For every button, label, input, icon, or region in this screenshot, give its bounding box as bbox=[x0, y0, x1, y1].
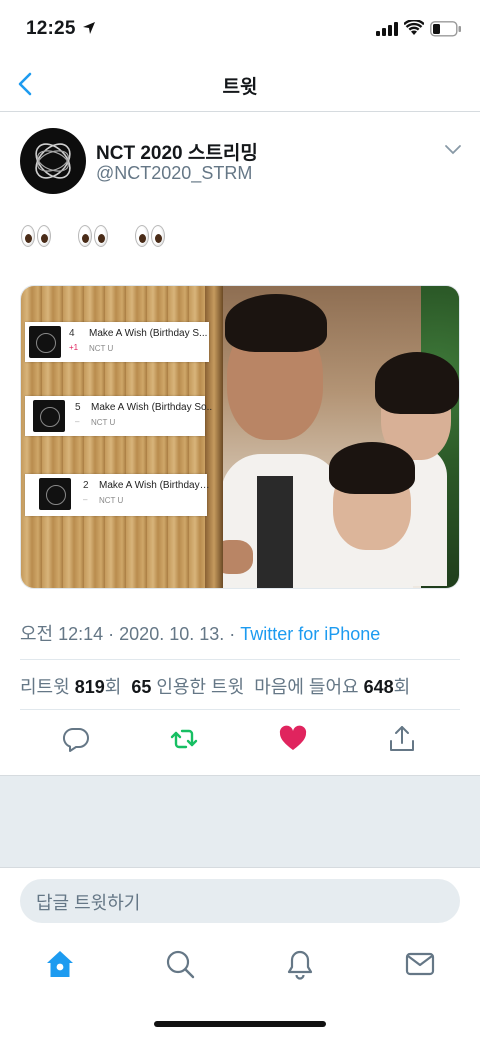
mail-icon[interactable] bbox=[404, 948, 436, 980]
display-name[interactable]: NCT 2020 스트리밍 bbox=[96, 138, 258, 165]
page-title: 트윗 bbox=[222, 77, 258, 98]
quotes-count: 65 bbox=[131, 677, 152, 697]
chart-row: 2 – Make A Wish (Birthday… NCT U bbox=[25, 474, 210, 516]
chart-song-title: Make A Wish (Birthday S... bbox=[89, 328, 208, 339]
chart-change: – bbox=[75, 417, 80, 426]
chart-rank: 4 bbox=[69, 328, 75, 339]
reply-icon[interactable] bbox=[61, 724, 91, 754]
avatar[interactable] bbox=[20, 128, 86, 194]
chart-rank: 5 bbox=[75, 402, 81, 413]
tweet-source-link[interactable]: Twitter for iPhone bbox=[240, 624, 380, 644]
heart-icon[interactable] bbox=[278, 724, 308, 754]
person-vest bbox=[257, 476, 293, 588]
eyes-emoji bbox=[21, 224, 53, 248]
photo-scene bbox=[213, 286, 459, 588]
battery-icon bbox=[430, 21, 461, 37]
person-hair bbox=[375, 352, 459, 414]
chart-artist: NCT U bbox=[91, 418, 116, 427]
share-icon[interactable] bbox=[387, 724, 417, 754]
location-arrow-icon bbox=[83, 22, 95, 34]
status-time: 12:25 bbox=[26, 18, 76, 39]
home-indicator bbox=[154, 1021, 326, 1027]
tweet-media-image[interactable]: 4 +1 Make A Wish (Birthday S... NCT U 5 … bbox=[20, 285, 460, 589]
chart-change: – bbox=[83, 495, 88, 504]
retweets-unit: 회 bbox=[104, 677, 122, 697]
album-thumbnail bbox=[39, 478, 71, 510]
retweets-count: 819 bbox=[74, 677, 105, 697]
chart-row: 5 – Make A Wish (Birthday So.. NCT U bbox=[25, 396, 212, 436]
retweets-label: 리트윗 bbox=[20, 677, 70, 697]
retweets-stat[interactable]: 리트윗 819회 bbox=[20, 677, 121, 697]
quotes-label: 인용한 트윗 bbox=[156, 677, 245, 697]
bell-icon[interactable] bbox=[284, 948, 316, 980]
divider bbox=[20, 709, 460, 710]
likes-stat[interactable]: 마음에 들어요 648회 bbox=[254, 677, 410, 697]
likes-count: 648 bbox=[363, 677, 394, 697]
album-thumbnail bbox=[29, 326, 61, 358]
home-icon[interactable] bbox=[44, 948, 76, 980]
person-hair bbox=[329, 442, 415, 494]
conversation-area bbox=[0, 775, 480, 868]
chart-song-title: Make A Wish (Birthday… bbox=[99, 480, 210, 491]
retweet-icon[interactable] bbox=[169, 724, 199, 754]
tweet-stats: 리트윗 819회 65 인용한 트윗 마음에 들어요 648회 bbox=[20, 673, 410, 699]
navigation-bar: 트윗 bbox=[0, 58, 480, 112]
quotes-stat[interactable]: 65 인용한 트윗 bbox=[131, 677, 244, 697]
divider bbox=[20, 659, 460, 660]
search-icon[interactable] bbox=[164, 948, 196, 980]
cellular-signal-icon bbox=[376, 22, 398, 36]
wifi-icon bbox=[404, 20, 424, 35]
chart-change: +1 bbox=[69, 343, 79, 352]
album-thumbnail bbox=[33, 400, 65, 432]
likes-label: 마음에 들어요 bbox=[254, 677, 359, 697]
eyes-emoji bbox=[135, 224, 167, 248]
timestamp-text: 오전 12:14 · 2020. 10. 13. · bbox=[20, 624, 241, 644]
chart-artist: NCT U bbox=[99, 496, 124, 505]
chart-row: 4 +1 Make A Wish (Birthday S... NCT U bbox=[25, 322, 209, 362]
likes-unit: 회 bbox=[393, 677, 411, 697]
tweet-text: 👀 👀 👀 bbox=[21, 224, 181, 255]
chart-artist: NCT U bbox=[89, 344, 114, 353]
reply-input[interactable]: 답글 트윗하기 bbox=[20, 879, 460, 923]
status-bar: 12:25 bbox=[0, 0, 480, 58]
nct-logo-icon bbox=[35, 143, 71, 179]
eyes-emoji bbox=[78, 224, 110, 248]
tweet-timestamp: 오전 12:14 · 2020. 10. 13. · Twitter for i… bbox=[20, 620, 380, 646]
chart-song-title: Make A Wish (Birthday So.. bbox=[91, 402, 213, 413]
person-hair bbox=[225, 294, 327, 352]
chevron-down-icon[interactable] bbox=[444, 144, 462, 156]
chart-rank: 2 bbox=[83, 480, 89, 491]
user-handle[interactable]: @NCT2020_STRM bbox=[96, 163, 252, 184]
